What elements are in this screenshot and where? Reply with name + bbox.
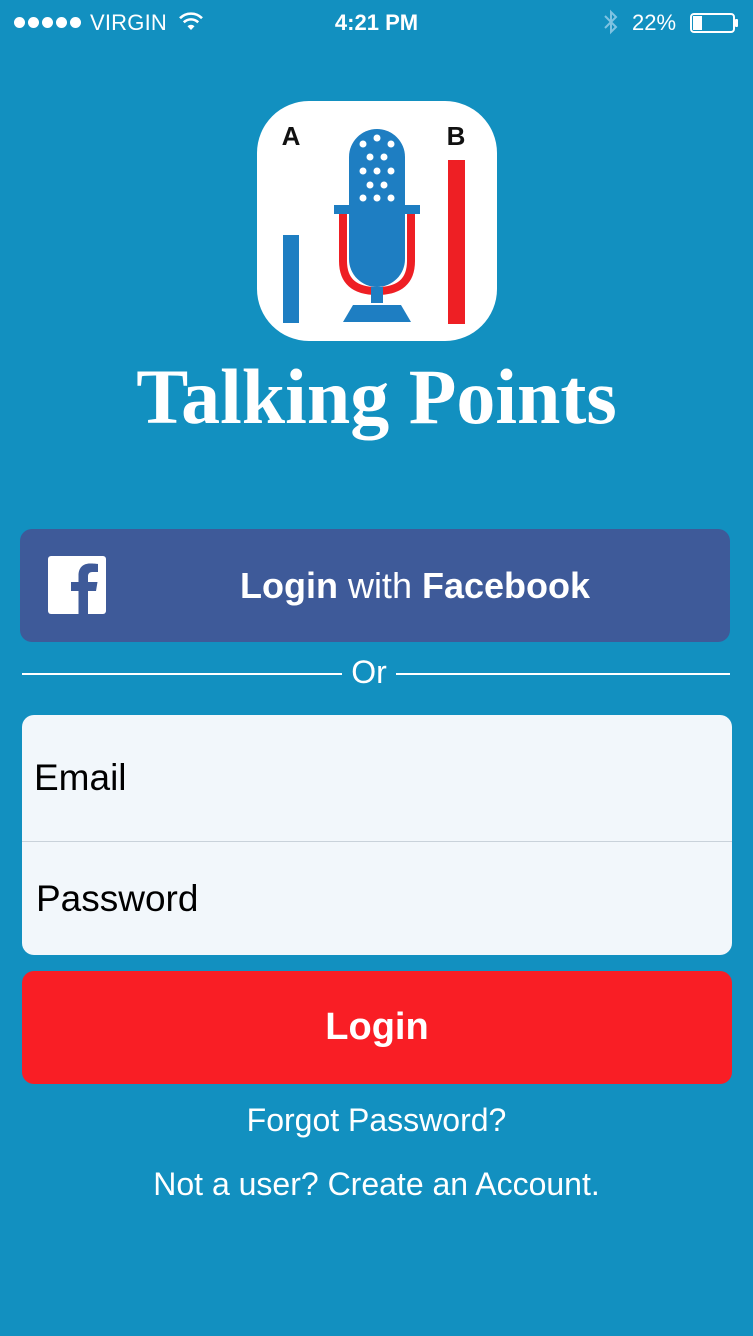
divider-line-right	[396, 673, 730, 675]
letter-a: A	[282, 121, 301, 151]
divider-line-left	[22, 673, 342, 675]
battery-percentage: 22%	[632, 10, 677, 35]
email-row	[22, 715, 732, 841]
login-form	[22, 715, 732, 955]
bluetooth-icon	[604, 9, 618, 35]
app-logo-icon: A B	[257, 101, 497, 341]
create-account-link[interactable]: Not a user? Create an Account.	[0, 1164, 753, 1204]
microphone-icon: A B	[282, 121, 466, 324]
email-field[interactable]	[34, 715, 720, 841]
or-label: Or	[351, 654, 387, 690]
status-bar: VIRGIN 4:21 PM 22%	[0, 0, 753, 46]
password-row	[22, 842, 732, 955]
app-title: Talking Points	[136, 353, 617, 440]
facebook-login-label: Login with Facebook	[239, 565, 591, 606]
forgot-password-link[interactable]: Forgot Password?	[0, 1100, 753, 1140]
password-field[interactable]	[36, 842, 720, 955]
login-button[interactable]: Login	[22, 971, 732, 1084]
facebook-login-button[interactable]: Login with Facebook	[20, 529, 730, 642]
letter-b: B	[447, 121, 466, 151]
or-divider: Or	[22, 650, 730, 694]
battery-icon	[690, 13, 738, 33]
facebook-icon	[48, 556, 106, 614]
